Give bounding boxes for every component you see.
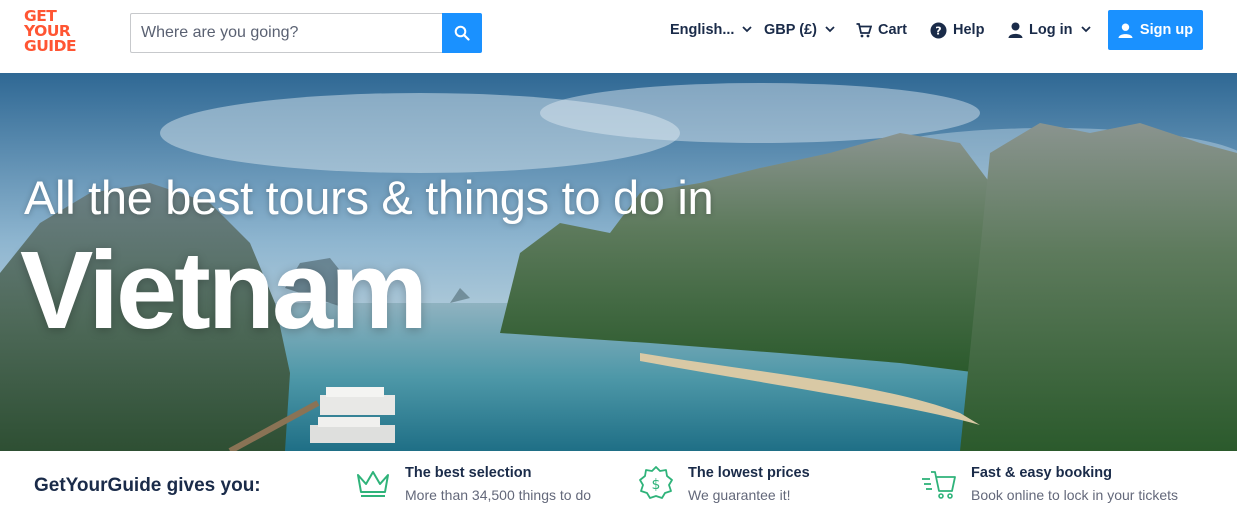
hero-title: Vietnam bbox=[20, 229, 428, 352]
usp-title: GetYourGuide gives you: bbox=[34, 475, 261, 496]
usp-subtext: More than 34,500 things to do bbox=[405, 487, 592, 503]
currency-selector[interactable]: GBP (£) bbox=[764, 0, 835, 60]
cart-link[interactable]: Cart bbox=[856, 0, 907, 60]
chevron-down-icon bbox=[825, 25, 835, 36]
price-badge-icon: $ bbox=[639, 466, 673, 499]
language-label: English... bbox=[670, 22, 735, 38]
user-plus-icon bbox=[1118, 23, 1133, 38]
svg-text:?: ? bbox=[935, 24, 941, 37]
usp-heading: The lowest prices bbox=[688, 465, 810, 481]
getyourguide-logo[interactable]: GET YOUR GUIDE bbox=[24, 8, 84, 57]
logo-line-3: GUIDE bbox=[24, 37, 77, 55]
usp-subtext: Book online to lock in your tickets bbox=[971, 487, 1178, 503]
usp-bar: GetYourGuide gives you: The best selecti… bbox=[0, 451, 1237, 518]
help-link[interactable]: ? Help bbox=[930, 0, 984, 60]
hero-subtitle: All the best tours & things to do in bbox=[24, 171, 714, 224]
search-input[interactable] bbox=[130, 13, 443, 53]
fast-cart-icon bbox=[922, 471, 956, 499]
signup-button[interactable]: Sign up bbox=[1108, 10, 1203, 50]
search-button[interactable] bbox=[442, 13, 482, 53]
usp-subtext: We guarantee it! bbox=[688, 487, 791, 503]
user-icon bbox=[1008, 22, 1023, 38]
usp-heading: Fast & easy booking bbox=[971, 465, 1113, 481]
cart-label: Cart bbox=[878, 22, 908, 38]
svg-text:$: $ bbox=[652, 477, 661, 493]
hero-banner: All the best tours & things to do in Vie… bbox=[0, 73, 1237, 451]
help-icon: ? bbox=[930, 22, 947, 38]
login-label: Log in bbox=[1029, 22, 1073, 38]
language-selector[interactable]: English... bbox=[670, 0, 753, 60]
chevron-down-icon bbox=[742, 25, 753, 36]
search-bar bbox=[130, 13, 482, 53]
signup-label: Sign up bbox=[1139, 22, 1194, 38]
currency-label: GBP (£) bbox=[764, 22, 817, 38]
login-menu[interactable]: Log in bbox=[1008, 0, 1091, 60]
chevron-down-icon bbox=[1080, 25, 1091, 36]
search-icon bbox=[454, 25, 470, 41]
crown-icon bbox=[357, 471, 389, 497]
cart-icon bbox=[856, 22, 872, 37]
site-header: GET YOUR GUIDE English... GBP (£) Cart bbox=[0, 0, 1237, 73]
usp-heading: The best selection bbox=[405, 465, 532, 481]
help-label: Help bbox=[953, 22, 985, 38]
